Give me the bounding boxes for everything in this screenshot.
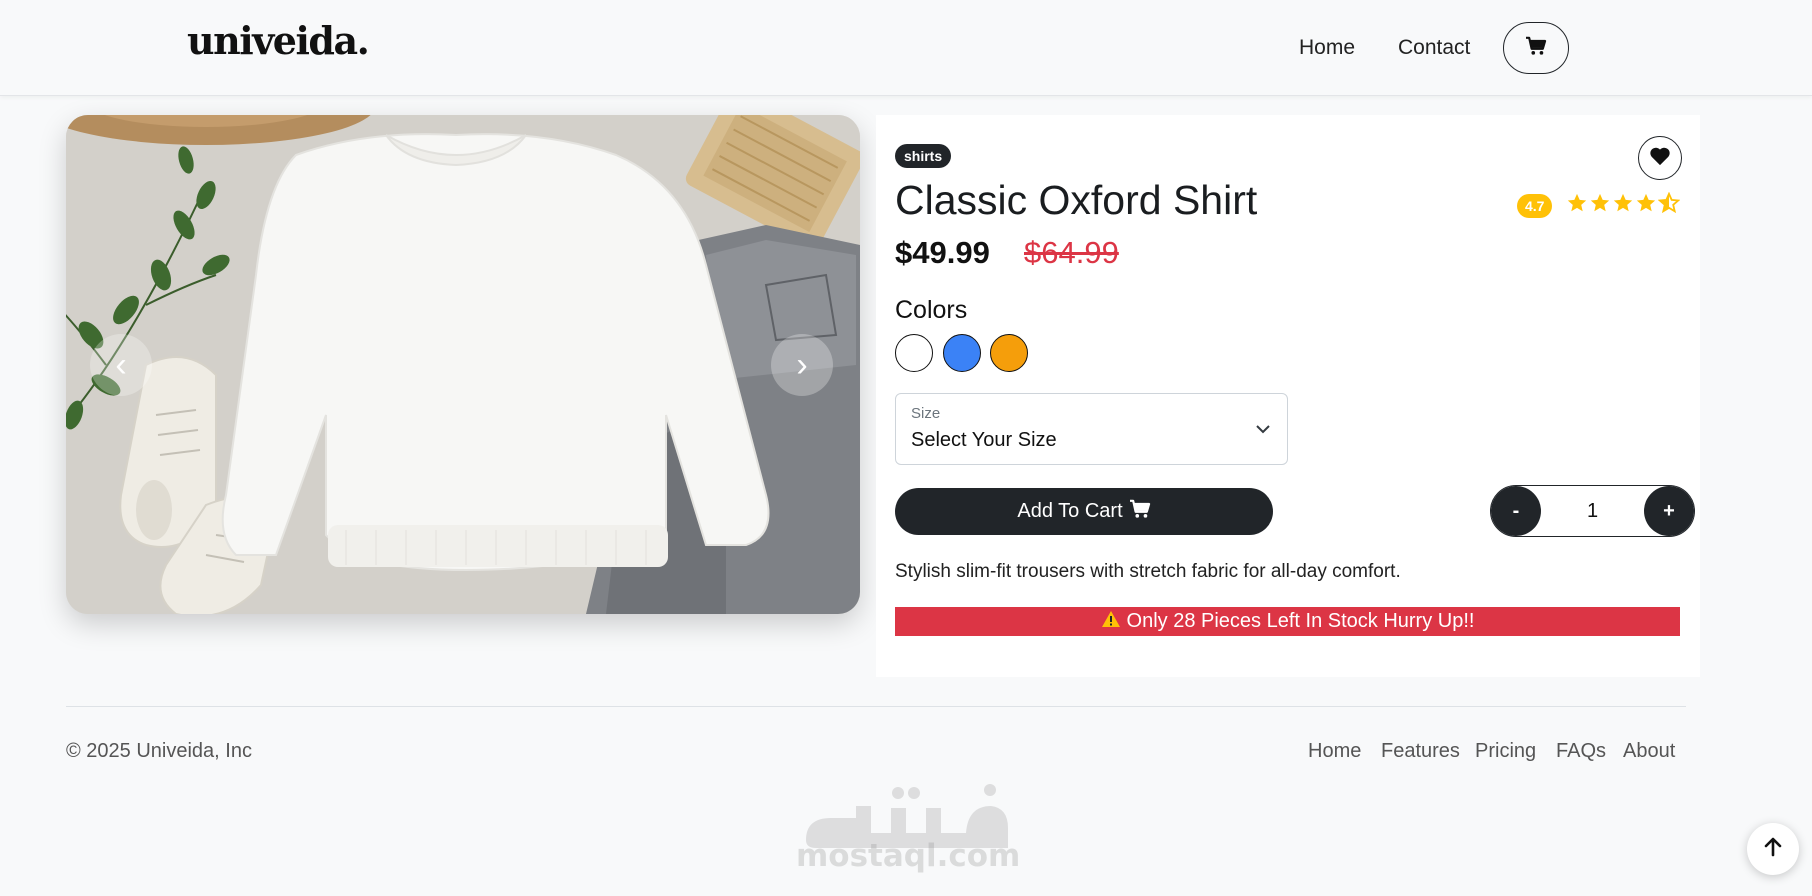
nav-link-contact[interactable]: Contact: [1398, 36, 1470, 60]
footer-link-home[interactable]: Home: [1308, 740, 1361, 763]
size-select-value: Select Your Size: [911, 429, 1057, 451]
product-title: Classic Oxford Shirt: [895, 177, 1258, 223]
color-swatch-white[interactable]: [895, 334, 933, 372]
quantity-value[interactable]: 1: [1541, 486, 1644, 536]
carousel-prev-button[interactable]: ‹: [90, 334, 152, 396]
original-price: $64.99: [1024, 235, 1119, 270]
stock-alert: Only 28 Pieces Left In Stock Hurry Up!!: [895, 607, 1680, 636]
product-description: Stylish slim-fit trousers with stretch f…: [895, 561, 1401, 582]
rating-badge: 4.7: [1517, 194, 1553, 218]
quantity-increase-button[interactable]: +: [1644, 486, 1694, 536]
stock-alert-text: Only 28 Pieces Left In Stock Hurry Up!!: [1126, 610, 1475, 632]
rating-stars: [1566, 192, 1680, 214]
size-select-label: Size: [911, 405, 941, 422]
footer-link-pricing[interactable]: Pricing: [1475, 740, 1536, 763]
cart-button[interactable]: [1503, 22, 1569, 74]
color-swatch-blue[interactable]: [943, 334, 981, 372]
quantity-decrease-button[interactable]: -: [1491, 486, 1541, 536]
footer-copyright: © 2025 Univeida, Inc: [66, 740, 252, 762]
chevron-down-icon: [1255, 421, 1271, 442]
nav-link-home[interactable]: Home: [1299, 36, 1355, 60]
heart-icon: [1649, 146, 1671, 171]
star-icon: [1613, 193, 1633, 212]
star-icon: [1590, 193, 1610, 212]
colors-label: Colors: [895, 296, 968, 324]
cart-icon: [1129, 499, 1151, 525]
warning-icon: [1101, 610, 1121, 634]
product-image-carousel: ‹ ›: [66, 115, 860, 614]
color-swatch-orange[interactable]: [990, 334, 1028, 372]
star-icon: [1567, 193, 1587, 212]
star-half-icon: [1658, 192, 1680, 214]
footer-link-about[interactable]: About: [1623, 740, 1675, 763]
footer-link-faqs[interactable]: FAQs: [1556, 740, 1606, 763]
footer-link-features[interactable]: Features: [1381, 740, 1460, 763]
size-select[interactable]: Size Select Your Size: [895, 393, 1288, 465]
carousel-next-button[interactable]: ›: [771, 334, 833, 396]
footer-divider: [66, 706, 1686, 707]
add-to-cart-button[interactable]: Add To Cart: [895, 488, 1273, 535]
favorite-button[interactable]: [1638, 136, 1682, 180]
product-details-card: shirts Classic Oxford Shirt 4.7 $49.99 $…: [876, 115, 1700, 677]
current-price: $49.99: [895, 235, 990, 270]
quantity-stepper: - 1 +: [1490, 485, 1695, 537]
navbar: univeida. Home Contact: [0, 0, 1812, 96]
brand-logo[interactable]: univeida.: [187, 18, 370, 63]
watermark-text: mostaql.com: [796, 838, 1021, 874]
back-to-top-button[interactable]: [1747, 823, 1799, 875]
cart-icon: [1525, 36, 1547, 61]
add-to-cart-label: Add To Cart: [1017, 500, 1123, 522]
star-icon: [1636, 193, 1656, 212]
category-badge: shirts: [895, 144, 952, 168]
product-image: [66, 115, 860, 614]
arrow-up-icon: [1762, 836, 1784, 863]
